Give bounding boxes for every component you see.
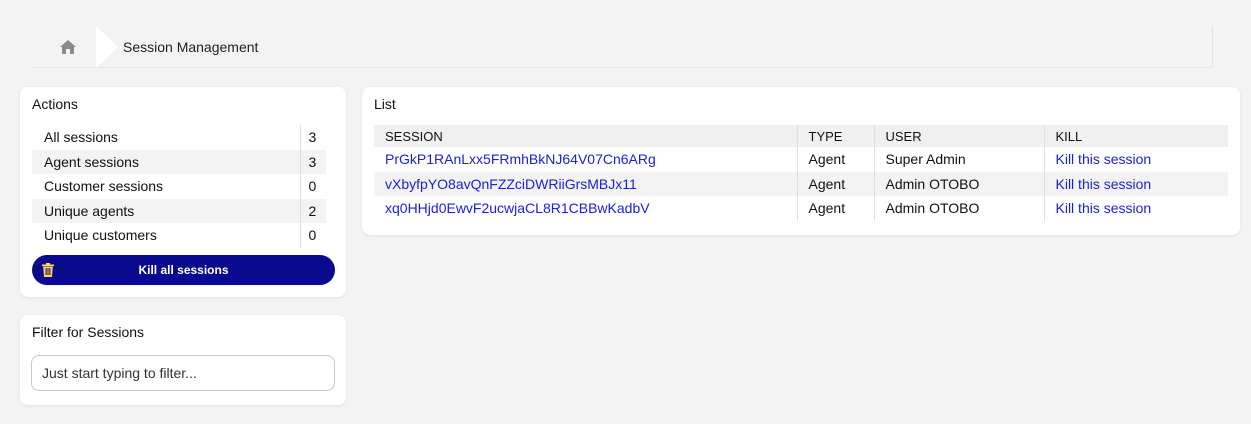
- kill-cell: Kill this session: [1043, 147, 1228, 172]
- page: Session Management Actions All sessions …: [0, 0, 1251, 424]
- stat-value: 3: [299, 149, 326, 174]
- column-header-kill[interactable]: KILL: [1043, 125, 1228, 147]
- session-id-link[interactable]: PrGkP1RAnLxx5FRmhBkNJ64V07Cn6ARg: [385, 151, 656, 167]
- breadcrumb-separator: [96, 26, 118, 68]
- stat-value: 0: [299, 223, 326, 248]
- stat-label: Unique agents: [32, 198, 300, 223]
- session-list-panel: List SESSION TYPE USER KILL PrGkP1RAnLxx…: [362, 87, 1240, 235]
- session-cell: PrGkP1RAnLxx5FRmhBkNJ64V07Cn6ARg: [374, 147, 797, 172]
- stat-row: Agent sessions 3: [32, 149, 326, 174]
- stat-row: Customer sessions 0: [32, 174, 326, 199]
- stat-label: Unique customers: [44, 227, 157, 244]
- home-icon: [60, 40, 76, 54]
- filter-panel: Filter for Sessions: [20, 315, 346, 405]
- type-cell: Agent: [796, 196, 874, 221]
- user-cell: Super Admin: [873, 147, 1044, 172]
- session-id-link[interactable]: xq0HHjd0EwvF2ucwjaCL8R1CBBwKadbV: [385, 200, 650, 216]
- column-header-session[interactable]: SESSION: [374, 125, 797, 147]
- user-cell: Admin OTOBO: [873, 196, 1044, 221]
- session-stats-table: All sessions 3 Agent sessions 3 Customer…: [32, 125, 326, 248]
- list-title: List: [374, 96, 396, 112]
- trash-icon: [42, 263, 54, 277]
- session-cell: xq0HHjd0EwvF2ucwjaCL8R1CBBwKadbV: [374, 196, 797, 221]
- type-cell: Agent: [796, 147, 874, 172]
- breadcrumb-current: Session Management: [123, 39, 259, 55]
- stat-label: All sessions: [44, 129, 118, 146]
- sessions-table: SESSION TYPE USER KILL PrGkP1RAnLxx5FRmh…: [374, 125, 1228, 221]
- kill-session-link[interactable]: Kill this session: [1056, 200, 1152, 216]
- kill-all-sessions-label: Kill all sessions: [138, 263, 229, 277]
- kill-session-link[interactable]: Kill this session: [1056, 176, 1152, 192]
- stat-label: Customer sessions: [44, 178, 164, 195]
- kill-all-sessions-button[interactable]: Kill all sessions: [32, 255, 335, 285]
- stat-value: 3: [299, 125, 326, 150]
- type-cell: Agent: [796, 171, 874, 196]
- stat-row: Unique agents 2: [32, 198, 326, 223]
- column-header-user[interactable]: USER: [873, 125, 1044, 147]
- session-cell: vXbyfpYO8avQnFZZciDWRiiGrsMBJx11: [374, 171, 797, 196]
- filter-title: Filter for Sessions: [32, 324, 145, 340]
- table-header-row: SESSION TYPE USER KILL: [374, 125, 1228, 147]
- table-row: xq0HHjd0EwvF2ucwjaCL8R1CBBwKadbV Agent A…: [374, 196, 1228, 221]
- session-id-link[interactable]: vXbyfpYO8avQnFZZciDWRiiGrsMBJx11: [385, 176, 637, 192]
- breadcrumb: Session Management: [34, 26, 1213, 68]
- actions-panel: Actions All sessions 3 Agent sessions 3 …: [20, 87, 346, 297]
- stat-label: Agent sessions: [32, 149, 300, 174]
- stat-row: All sessions 3: [32, 125, 326, 150]
- column-header-type[interactable]: TYPE: [796, 125, 874, 147]
- actions-title: Actions: [32, 96, 78, 112]
- kill-cell: Kill this session: [1043, 196, 1228, 221]
- breadcrumb-home-link[interactable]: [34, 26, 102, 68]
- stat-value: 0: [299, 174, 326, 199]
- kill-cell: Kill this session: [1043, 171, 1228, 196]
- table-row: PrGkP1RAnLxx5FRmhBkNJ64V07Cn6ARg Agent S…: [374, 147, 1228, 172]
- stat-value: 2: [299, 198, 326, 223]
- user-cell: Admin OTOBO: [873, 171, 1044, 196]
- table-row: vXbyfpYO8avQnFZZciDWRiiGrsMBJx11 Agent A…: [374, 171, 1228, 196]
- stat-row: Unique customers 0: [32, 223, 326, 248]
- filter-sessions-input[interactable]: [31, 355, 335, 391]
- kill-session-link[interactable]: Kill this session: [1056, 151, 1152, 167]
